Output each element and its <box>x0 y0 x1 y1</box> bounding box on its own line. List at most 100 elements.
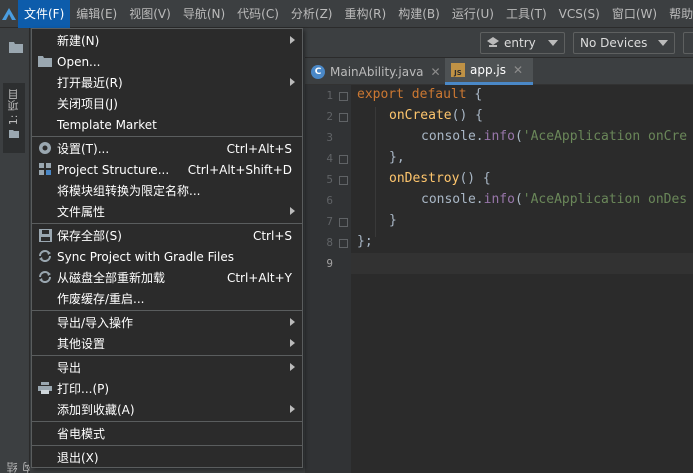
menu-item-open-recent[interactable]: 打开最近(R) <box>32 72 302 93</box>
menu-item-label: 打印...(P) <box>57 382 110 396</box>
project-tool-tab[interactable]: 1: 项目 <box>3 83 25 153</box>
menu-item-print[interactable]: 打印...(P) <box>32 378 302 399</box>
fold-marker-icon[interactable] <box>339 176 348 185</box>
menu-item-sync-gradle[interactable]: Sync Project with Gradle Files <box>32 246 302 267</box>
menu-item-settings[interactable]: 设置(T)... Ctrl+Alt+S <box>32 138 302 159</box>
project-structure-icon <box>38 162 52 176</box>
device-combo[interactable]: No Devices <box>573 32 675 54</box>
indent-guide <box>375 107 376 237</box>
tab-app-js[interactable]: JS app.js ✕ <box>445 58 533 85</box>
menu-item-export-import-settings[interactable]: 导出/导入操作 <box>32 312 302 333</box>
menu-separator <box>32 421 302 422</box>
menu-item-other-settings[interactable]: 其他设置 <box>32 333 302 354</box>
menu-item-label: 导出/导入操作 <box>57 316 134 330</box>
chevron-down-icon <box>658 40 668 46</box>
tab-label: app.js <box>470 63 506 77</box>
code-token: { <box>474 87 483 102</box>
line-number: 6 <box>326 194 333 207</box>
tab-mainability-java[interactable]: C MainAbility.java ✕ <box>305 58 445 85</box>
left-tool-strip: 1: 项目 结构 <box>0 28 35 473</box>
menu-help[interactable]: 帮助 <box>663 0 693 28</box>
code-token: console. <box>421 129 484 144</box>
menu-item-label: 打开最近(R) <box>57 76 123 90</box>
menu-item-template-market[interactable]: Template Market <box>32 114 302 135</box>
folder-small-icon <box>9 130 19 139</box>
menu-item-power-save-mode[interactable]: 省电模式 <box>32 423 302 444</box>
tab-label: MainAbility.java <box>330 64 424 79</box>
module-icon <box>487 37 499 47</box>
menu-separator <box>32 310 302 311</box>
menu-item-add-to-favorites[interactable]: 添加到收藏(A) <box>32 399 302 420</box>
menu-item-convert-module-groups[interactable]: 将模块组转换为限定名称... <box>32 180 302 201</box>
js-file-icon: JS <box>451 63 465 77</box>
save-icon <box>38 228 52 242</box>
menu-item-save-all[interactable]: 保存全部(S) Ctrl+S <box>32 225 302 246</box>
menu-separator <box>32 136 302 137</box>
menu-window[interactable]: 窗口(W) <box>606 0 663 28</box>
menu-item-label: 关闭项目(J) <box>57 97 118 111</box>
menu-edit[interactable]: 编辑(E) <box>70 0 123 28</box>
menu-build[interactable]: 构建(B) <box>392 0 446 28</box>
menu-item-label: 保存全部(S) <box>57 229 122 243</box>
code-token: onDestroy <box>389 171 460 186</box>
code-token: () { <box>451 108 483 123</box>
menu-item-new[interactable]: 新建(N) <box>32 30 302 51</box>
menu-item-label: 退出(X) <box>57 451 99 465</box>
line-number: 1 <box>326 89 333 102</box>
module-combo[interactable]: entry <box>480 32 565 54</box>
menu-item-label: 从磁盘全部重新加载 <box>57 271 166 285</box>
code-token: console. <box>421 192 484 207</box>
project-tool-tab-label: 1: 项目 <box>7 89 20 126</box>
menu-item-label: 导出 <box>57 361 82 375</box>
code-editor[interactable]: 1 2 3 4 5 6 7 8 9 export default { onCre… <box>305 85 693 473</box>
print-icon <box>38 381 52 395</box>
menu-view[interactable]: 视图(V) <box>123 0 177 28</box>
toolbar-overflow-button[interactable] <box>683 32 693 54</box>
menu-separator <box>32 223 302 224</box>
line-number: 5 <box>326 173 333 186</box>
fold-marker-icon[interactable] <box>339 218 348 227</box>
java-class-icon: C <box>311 64 325 79</box>
fold-marker-icon[interactable] <box>339 239 348 248</box>
menu-file[interactable]: 文件(F) <box>18 0 71 28</box>
close-icon[interactable]: ✕ <box>431 65 441 79</box>
menu-item-file-properties[interactable]: 文件属性 <box>32 201 302 222</box>
menu-vcs[interactable]: VCS(S) <box>553 0 606 28</box>
code-line-6: console.info('AceApplication onDes <box>421 192 687 207</box>
code-line-4: }, <box>389 150 405 165</box>
project-folder-icon[interactable] <box>9 38 23 57</box>
close-icon[interactable]: ✕ <box>513 63 523 77</box>
menu-item-reload-from-disk[interactable]: 从磁盘全部重新加载 Ctrl+Alt+Y <box>32 267 302 288</box>
menu-item-project-structure[interactable]: Project Structure... Ctrl+Alt+Shift+D <box>32 159 302 180</box>
menu-item-open[interactable]: Open... <box>32 51 302 72</box>
code-token: ( <box>514 129 523 144</box>
ide-window: 文件(F) 编辑(E) 视图(V) 导航(N) 代码(C) 分析(Z) 重构(R… <box>0 0 693 473</box>
menu-separator <box>32 445 302 446</box>
menu-run[interactable]: 运行(U) <box>446 0 500 28</box>
submenu-arrow-icon <box>290 405 295 413</box>
menu-refactor[interactable]: 重构(R) <box>339 0 393 28</box>
menu-analyze[interactable]: 分析(Z) <box>285 0 339 28</box>
menu-item-export[interactable]: 导出 <box>32 357 302 378</box>
fold-marker-icon[interactable] <box>339 92 348 101</box>
code-token: }; <box>357 234 373 249</box>
menu-item-close-project[interactable]: 关闭项目(J) <box>32 93 302 114</box>
sync-icon <box>38 249 52 263</box>
code-token: 'AceApplication onCre <box>522 129 688 144</box>
menu-item-exit[interactable]: 退出(X) <box>32 447 302 468</box>
menu-tools[interactable]: 工具(T) <box>500 0 553 28</box>
code-token: info <box>483 129 515 144</box>
menu-bar: 文件(F) 编辑(E) 视图(V) 导航(N) 代码(C) 分析(Z) 重构(R… <box>0 0 693 28</box>
line-number: 3 <box>326 131 333 144</box>
menu-item-invalidate-caches[interactable]: 作废缓存/重启... <box>32 288 302 309</box>
submenu-arrow-icon <box>290 78 295 86</box>
menu-code[interactable]: 代码(C) <box>231 0 285 28</box>
fold-marker-icon[interactable] <box>339 155 348 164</box>
code-token: onCreate <box>389 108 452 123</box>
line-number: 9 <box>326 257 333 270</box>
fold-marker-icon[interactable] <box>339 113 348 122</box>
code-token: }, <box>389 150 405 165</box>
reload-icon <box>38 270 52 284</box>
menu-separator <box>32 355 302 356</box>
menu-navigate[interactable]: 导航(N) <box>177 0 231 28</box>
